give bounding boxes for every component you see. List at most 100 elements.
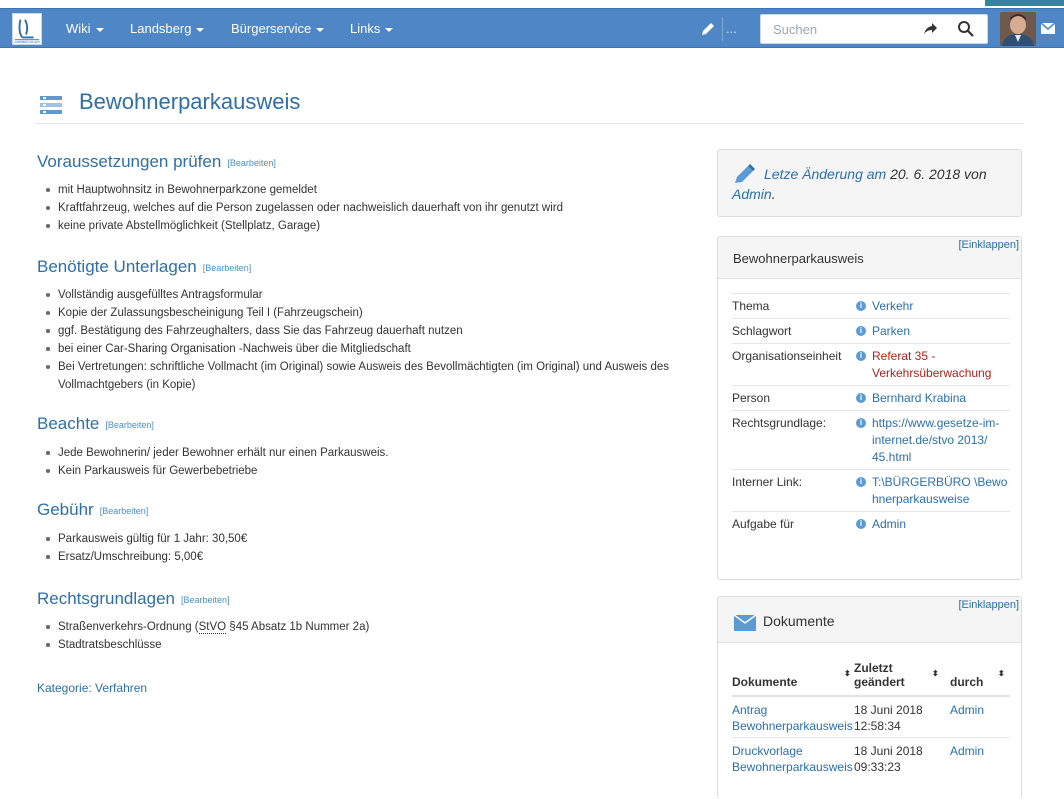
document-date: 18 Juni 2018 12:58:34 <box>854 695 950 738</box>
item-text: §45 Absatz 1b Nummer 2a) <box>226 621 370 633</box>
section-title: Benötigte Unterlagen <box>37 257 197 276</box>
last-change-text: Letze Änderung am 20. 6. 2018 von Admin. <box>732 164 1016 204</box>
list-item: bei einer Car-Sharing Organisation -Nach… <box>46 340 686 358</box>
nav-wiki-label: Wiki <box>66 21 91 36</box>
envelope-icon <box>734 614 756 631</box>
nav-links[interactable]: Links <box>350 9 394 49</box>
document-link[interactable]: Druckvorlage Bewohnerparkausweis <box>732 744 853 774</box>
row-value-link[interactable]: Parken <box>872 323 910 340</box>
logo-icon: LANDSBERG AM LECH <box>14 19 40 44</box>
nav-buergerservice[interactable]: Bürgerservice <box>231 9 325 49</box>
beachte-list: Jede Bewohnerin/ jeder Bewohner erhält n… <box>46 444 389 480</box>
last-change-link[interactable]: Letze Änderung am <box>764 166 886 182</box>
page-title: Bewohnerparkausweis <box>79 89 301 114</box>
search-icon[interactable] <box>957 20 975 38</box>
user-avatar[interactable] <box>1000 12 1036 46</box>
table-header-row: Dokumente ⬍ Zuletzt geändert ⬍ durch ⬍ <box>732 661 1010 697</box>
col-header-dokumente[interactable]: Dokumente ⬍ <box>732 661 854 697</box>
search-input[interactable] <box>761 15 911 43</box>
edit-section-link[interactable]: [Bearbeiten] <box>181 595 230 605</box>
edit-section-link[interactable]: [Bearbeiten] <box>203 263 252 273</box>
list-item: Bei Vertretungen: schriftliche Vollmacht… <box>46 358 686 394</box>
caret-down-icon <box>196 27 205 32</box>
caret-down-icon <box>385 27 394 32</box>
list-item: keine private Abstellmöglichkeit (Stellp… <box>46 217 563 235</box>
nav-divider <box>722 17 723 41</box>
table-row: Person i Bernhard Krabina <box>732 385 1010 411</box>
table-row: Rechtsgrundlage: i https://www.gesetze-im… <box>732 410 1010 470</box>
edit-section-link[interactable]: [Bearbeiten] <box>105 420 154 430</box>
sort-icon: ⬍ <box>998 669 1005 678</box>
section-title: Gebühr <box>37 500 94 519</box>
list-item: Parkausweis gültig für 1 Jahr: 30,50€ <box>46 530 247 548</box>
infobox-header: Bewohnerparkausweis [Einklappen] <box>718 237 1021 279</box>
documents-header: Dokumente [Einklappen] <box>718 597 1021 643</box>
infobox-collapse-link[interactable]: [Einklappen] <box>958 239 1019 251</box>
col-header-geaendert[interactable]: Zuletzt geändert ⬍ <box>854 661 950 697</box>
row-key: Rechtsgrundlage: <box>732 410 856 470</box>
row-value-link[interactable]: Bernhard Krabina <box>872 390 966 407</box>
list-item: Vollständig ausgefülltes Antragsformular <box>46 286 686 304</box>
list-item: Kopie der Zulassungsbescheinigung Teil I… <box>46 304 686 322</box>
nav-wiki[interactable]: Wiki <box>66 9 104 49</box>
item-text: Straßenverkehrs-Ordnung ( <box>58 621 199 633</box>
row-key: Schlagwort <box>732 318 856 344</box>
search-box <box>760 14 988 44</box>
rechtsgrundlagen-list: Straßenverkehrs-Ordnung (StVO §45 Absatz… <box>46 618 369 654</box>
info-bullet-icon: i <box>856 393 866 403</box>
table-row: Druckvorlage Bewohnerparkausweis 18 Juni… <box>732 737 1010 778</box>
info-bullet-icon: i <box>856 477 866 487</box>
pencil-icon[interactable] <box>700 21 716 37</box>
section-title: Beachte <box>37 414 100 433</box>
category-value-link[interactable]: Verfahren <box>95 681 147 695</box>
last-change-author-link[interactable]: Admin <box>732 186 772 202</box>
caret-down-icon <box>95 27 104 32</box>
row-key: Organisationseinheit <box>732 343 856 386</box>
process-list-icon <box>40 96 62 114</box>
col-header-label: durch <box>950 675 984 689</box>
row-key: Interner Link: <box>732 469 856 512</box>
site-logo[interactable]: LANDSBERG AM LECH <box>12 13 42 45</box>
row-value-link[interactable]: T:\BÜRGERBÜRO \Bewohnerparkausweise <box>872 474 1010 508</box>
row-key: Aufgabe für <box>732 511 856 536</box>
nav-buergerservice-label: Bürgerservice <box>231 21 312 36</box>
category-line: Kategorie: Verfahren <box>37 681 148 695</box>
top-accent-bar <box>985 0 1064 6</box>
caret-down-icon <box>316 27 325 32</box>
stvo-abbr: StVO <box>198 621 227 634</box>
row-value-link[interactable]: Referat 35 - Verkehrsüberwachung <box>872 348 1010 382</box>
row-value-link[interactable]: Verkehr <box>872 298 913 315</box>
infobox: Bewohnerparkausweis [Einklappen] Thema i… <box>717 236 1022 580</box>
document-author-link[interactable]: Admin <box>950 744 984 758</box>
document-date: 18 Juni 2018 09:33:23 <box>854 737 950 778</box>
document-author-link[interactable]: Admin <box>950 703 984 717</box>
row-value-link[interactable]: Admin <box>872 516 906 533</box>
documents-box: Dokumente [Einklappen] Dokumente ⬍ Zuletz… <box>717 596 1022 799</box>
nav-landsberg-label: Landsberg <box>130 21 192 36</box>
nav-links-label: Links <box>350 21 381 36</box>
edit-section-link[interactable]: [Bearbeiten] <box>227 158 276 168</box>
arrow-right-icon[interactable] <box>921 21 939 37</box>
edit-section-link[interactable]: [Bearbeiten] <box>100 506 149 516</box>
col-header-durch[interactable]: durch ⬍ <box>950 661 1010 697</box>
page-header: Bewohnerparkausweis <box>36 88 1024 124</box>
documents-collapse-link[interactable]: [Einklappen] <box>958 599 1019 611</box>
category-label-link[interactable]: Kategorie <box>37 681 88 695</box>
more-actions-button[interactable]: ... <box>726 9 737 49</box>
nav-landsberg[interactable]: Landsberg <box>130 9 205 49</box>
list-item: mit Hauptwohnsitz in Bewohnerparkzone ge… <box>46 181 563 199</box>
col-header-label: Dokumente <box>732 675 798 689</box>
mail-icon[interactable] <box>1040 22 1056 36</box>
section-gebuehr-heading: Gebühr [Bearbeiten] <box>37 500 148 520</box>
last-change-suffix: . <box>771 186 776 202</box>
last-change-date: 20. 6. 2018 von <box>886 166 987 182</box>
row-key: Thema <box>732 293 856 319</box>
table-row: Thema i Verkehr <box>732 293 1010 319</box>
document-link[interactable]: Antrag Bewohnerparkausweis <box>732 703 853 733</box>
row-key: Person <box>732 385 856 411</box>
row-value-link[interactable]: https://www.gesetze-im-internet.de/stvo … <box>872 415 1010 466</box>
info-bullet-icon: i <box>856 301 866 311</box>
list-item: Jede Bewohnerin/ jeder Bewohner erhält n… <box>46 444 389 462</box>
list-item: ggf. Bestätigung des Fahrzeughalters, da… <box>46 322 686 340</box>
section-rechtsgrundlagen-heading: Rechtsgrundlagen [Bearbeiten] <box>37 589 230 609</box>
